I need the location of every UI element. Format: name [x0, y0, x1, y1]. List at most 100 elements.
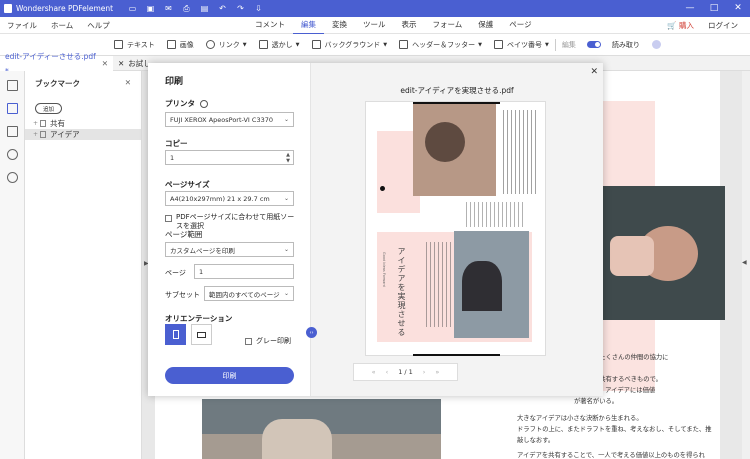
page-photo-mug — [598, 186, 725, 320]
close-panel-icon[interactable]: ✕ — [125, 78, 131, 89]
text-line: ドラフトの上に、またドラフトを重ね、考えなおし、そしてまた、推 — [517, 426, 712, 433]
preview-text-block — [503, 110, 537, 194]
printer-value: FUJI XEROX ApeosPort-VI C3370 — [170, 115, 273, 124]
print-button[interactable]: 印刷 — [165, 367, 294, 384]
vertical-scrollbar[interactable]: ◀ — [742, 71, 750, 459]
bookmark-panel-title: ブックマーク — [35, 79, 80, 88]
panel-expand-arrow-icon[interactable]: ◀ — [742, 259, 747, 266]
page-number-input[interactable]: 1 — [194, 264, 294, 279]
watermark-button[interactable]: 透かし ▼ — [253, 34, 306, 56]
left-icon-rail — [0, 71, 25, 459]
chevron-down-icon: ▼ — [383, 41, 388, 48]
bookmark-checkbox[interactable] — [40, 131, 47, 138]
open-folder-icon[interactable]: ▭ — [128, 4, 137, 13]
background-button[interactable]: バックグラウンド ▼ — [306, 34, 394, 56]
login-button[interactable]: ログイン — [708, 20, 738, 31]
bates-number-label: ベイツ番号 — [506, 40, 542, 49]
stepper-arrows-icon[interactable]: ▲ ▼ — [286, 152, 290, 164]
printer-select[interactable]: FUJI XEROX ApeosPort-VI C3370 ⌄ — [165, 112, 294, 127]
subset-select[interactable]: 範囲内のすべてのページ ⌄ — [204, 286, 294, 301]
comment-icon[interactable] — [6, 126, 18, 137]
link-button[interactable]: リンク ▼ — [200, 34, 253, 56]
menu-protect[interactable]: 保護 — [470, 16, 501, 35]
tab-active-document[interactable]: edit-アイディーさせる.pdf * ✕ — [0, 52, 113, 76]
menu-file[interactable]: ファイル — [7, 20, 37, 31]
last-page-icon[interactable]: » — [435, 368, 439, 376]
scan-icon[interactable]: ▤ — [200, 4, 209, 13]
buy-button[interactable]: 🛒 購入 — [667, 20, 694, 31]
close-tab-icon[interactable]: ✕ — [102, 56, 108, 71]
landscape-button[interactable] — [191, 324, 212, 345]
bookmark-icon[interactable] — [6, 103, 18, 114]
bookmark-panel: ブックマーク ✕ 追加 + 共有 + アイデア — [25, 71, 142, 459]
menu-home[interactable]: ホーム — [51, 20, 73, 31]
header-footer-label: ヘッダー＆フッター — [412, 40, 476, 49]
chevron-down-icon: ▼ — [242, 41, 247, 48]
menu-bar: ファイル ホーム ヘルプ コメント 編集 変換 ツール 表示 フォーム 保護 ペ… — [0, 16, 750, 35]
menu-view[interactable]: 表示 — [394, 16, 425, 35]
menu-form[interactable]: フォーム — [425, 16, 471, 35]
buy-label: 購入 — [679, 20, 694, 30]
save-icon[interactable]: ▣ — [146, 4, 155, 13]
text-icon — [114, 40, 123, 49]
portrait-button[interactable] — [165, 324, 186, 345]
preview-vertical-title: アイデアを実現させる — [397, 247, 406, 337]
portrait-icon — [172, 330, 179, 339]
chevron-down-icon: ▼ — [544, 41, 549, 48]
redo-icon[interactable]: ↷ — [236, 4, 245, 13]
menu-comment[interactable]: コメント — [247, 16, 293, 35]
preview-file-name: edit-アイディアを実現させる.pdf — [400, 86, 514, 95]
next-page-icon[interactable]: › — [423, 368, 426, 376]
page-range-select[interactable]: カスタムページを印刷 ⌄ — [165, 242, 294, 257]
close-dialog-icon[interactable]: ✕ — [590, 67, 598, 77]
edit-mode-toggle[interactable] — [586, 41, 601, 48]
thumbnails-icon[interactable] — [6, 80, 18, 91]
bookmark-item-label: アイデア — [50, 130, 80, 139]
expand-icon[interactable]: + — [33, 131, 38, 138]
bates-number-button[interactable]: ベイツ番号 ▼ — [488, 34, 555, 56]
undo-icon[interactable]: ↶ — [218, 4, 227, 13]
add-bookmark-button[interactable]: 追加 — [35, 103, 62, 114]
bookmark-item[interactable]: + アイデア — [25, 129, 141, 140]
attachment-icon[interactable] — [6, 149, 18, 160]
expand-icon[interactable]: + — [33, 120, 38, 127]
menu-convert[interactable]: 変換 — [324, 16, 355, 35]
menu-page[interactable]: ページ — [501, 16, 539, 35]
page-size-select[interactable]: A4(210x297mm) 21 x 29.7 cm ⌄ — [165, 191, 294, 206]
menu-help[interactable]: ヘルプ — [87, 20, 110, 31]
fit-paper-checkbox[interactable] — [165, 215, 172, 222]
cart-icon: 🛒 — [667, 20, 679, 30]
page-photo-pottery — [202, 399, 441, 459]
add-image-button[interactable]: 画像 — [161, 34, 200, 56]
gray-print-label: グレー印刷 — [256, 337, 291, 345]
gray-print-checkbox[interactable] — [245, 338, 252, 345]
print-dialog: 印刷 プリンタ FUJI XEROX ApeosPort-VI C3370 ⌄ コ… — [148, 63, 603, 396]
edit-mode-label: 編集 — [561, 40, 576, 49]
minimize-button[interactable]: — — [678, 0, 702, 17]
customize-icon[interactable]: ⇩ — [254, 4, 263, 13]
page-range-label: ページ範囲 — [165, 230, 203, 239]
print-preview-panel: ✕ edit-アイディアを実現させる.pdf アイデアを実現させる Good I… — [311, 63, 603, 396]
close-window-button[interactable]: ✕ — [726, 0, 750, 17]
header-footer-button[interactable]: ヘッダー＆フッター ▼ — [393, 34, 488, 56]
bookmark-item[interactable]: + 共有 — [25, 118, 141, 129]
settings-icon[interactable] — [646, 34, 667, 56]
maximize-button[interactable]: □ — [702, 0, 726, 17]
add-text-button[interactable]: テキスト — [108, 34, 161, 56]
collapse-settings-button[interactable]: ‹› — [306, 327, 317, 338]
print-icon[interactable]: ⎙ — [182, 4, 191, 13]
first-page-icon[interactable]: « — [372, 368, 376, 376]
watermark-label: 透かし — [271, 40, 293, 49]
close-tab-icon[interactable]: ✕ — [118, 56, 124, 71]
copies-stepper[interactable]: 1 ▲ ▼ — [165, 150, 294, 165]
menu-edit[interactable]: 編集 — [293, 16, 324, 35]
preview-rule — [413, 354, 500, 356]
bookmark-checkbox[interactable] — [40, 120, 47, 127]
printer-settings-icon[interactable] — [200, 100, 208, 108]
email-icon[interactable]: ✉ — [164, 4, 173, 13]
page-number-value: 1 — [199, 267, 204, 276]
subset-value: 範囲内のすべてのページ — [209, 290, 280, 299]
prev-page-icon[interactable]: ‹ — [386, 368, 389, 376]
menu-tools[interactable]: ツール — [355, 16, 394, 35]
search-icon[interactable] — [6, 172, 18, 183]
